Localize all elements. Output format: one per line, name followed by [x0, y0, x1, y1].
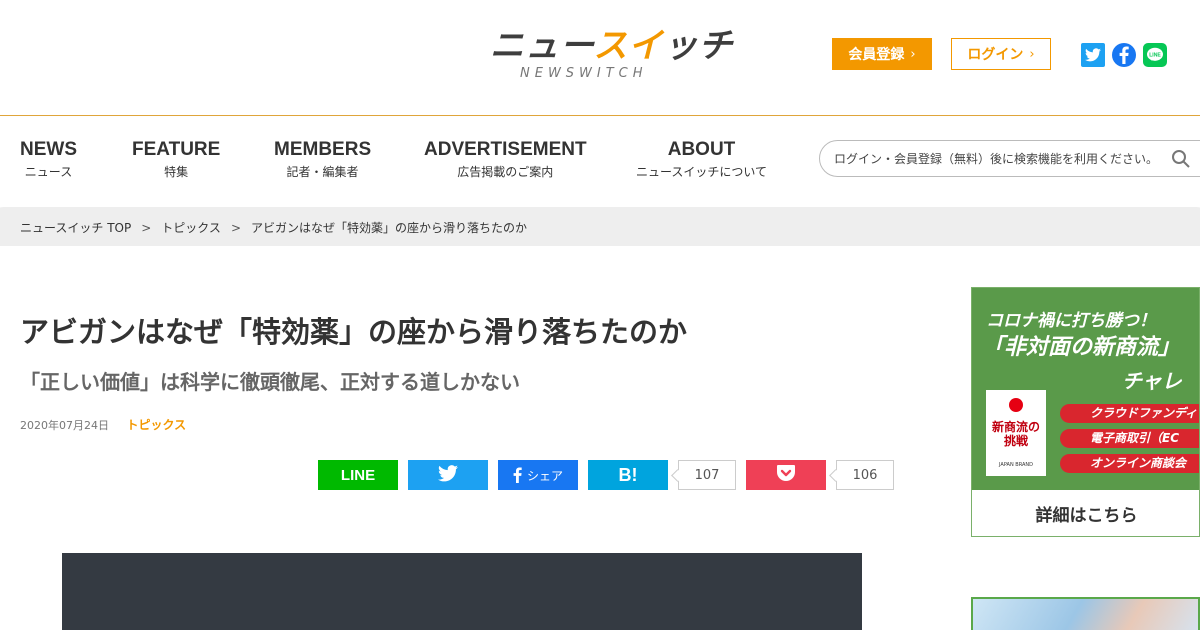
register-button[interactable]: 会員登録 ›: [832, 38, 932, 70]
nav-item-members[interactable]: MEMBERS 記者・編集者: [274, 139, 371, 181]
sidebar-ad-banner[interactable]: コロナ禍に打ち勝つ！ 「非対面の新商流」 チャレ 新商流の挑戦 JAPAN BR…: [971, 287, 1200, 537]
sun-icon: [1009, 398, 1023, 412]
ad-headline: コロナ禍に打ち勝つ！: [986, 311, 1156, 331]
site-logo[interactable]: ニュースイッチ NEWSWITCH: [490, 26, 732, 84]
site-header: ニュースイッチ NEWSWITCH 会員登録 › ログイン › LINE: [0, 0, 1200, 116]
sidebar-ad-banner-2[interactable]: [971, 597, 1200, 630]
main-nav: NEWS ニュース FEATURE 特集 MEMBERS 記者・編集者 ADVE…: [0, 117, 1200, 207]
line-icon[interactable]: LINE: [1143, 43, 1167, 67]
logo-main-text: ニュースイッチ: [490, 26, 734, 66]
breadcrumb-separator: >: [141, 220, 152, 235]
breadcrumb-separator: >: [230, 220, 241, 235]
nav-item-ja-label: ニュース: [24, 165, 73, 179]
ad-banner-graphic: コロナ禍に打ち勝つ！ 「非対面の新商流」 チャレ 新商流の挑戦 JAPAN BR…: [972, 288, 1199, 490]
nav-item-ja-label: 特集: [164, 165, 189, 179]
hatena-count-badge: 107: [678, 460, 736, 490]
breadcrumb-item-top[interactable]: ニュースイッチ TOP: [20, 219, 131, 236]
nav-item-ja-label: ニュースイッチについて: [636, 165, 768, 179]
facebook-icon[interactable]: [1112, 43, 1136, 67]
pocket-count-badge: 106: [836, 460, 894, 490]
chevron-right-icon: ›: [910, 46, 916, 62]
nav-item-en-label: NEWS: [20, 139, 77, 160]
nav-item-news[interactable]: NEWS ニュース: [20, 139, 77, 181]
share-facebook-button[interactable]: シェア: [498, 460, 578, 490]
chevron-right-icon: ›: [1029, 46, 1035, 62]
breadcrumb: ニュースイッチ TOP > トピックス > アビガンはなぜ「特効薬」の座から滑り…: [0, 208, 1200, 246]
svg-text:LINE: LINE: [1149, 52, 1161, 58]
twitter-icon: [438, 464, 458, 486]
ad-headline: チャレ: [1122, 369, 1182, 393]
ad-headline: 「非対面の新商流」: [982, 335, 1181, 360]
nav-item-en-label: FEATURE: [132, 139, 221, 160]
nav-item-ja-label: 広告掲載のご案内: [457, 165, 554, 179]
ad-brand-logo: 新商流の挑戦 JAPAN BRAND: [986, 390, 1046, 476]
nav-item-ja-label: 記者・編集者: [286, 165, 359, 179]
register-button-label: 会員登録: [848, 47, 905, 63]
article-title: アビガンはなぜ「特効薬」の座から滑り落ちたのか: [20, 315, 688, 349]
article-category-link[interactable]: トピックス: [127, 418, 187, 432]
facebook-icon: [513, 467, 522, 483]
article-subtitle: 「正しい価値」は科学に徹頭徹尾、正対する道しかない: [20, 370, 520, 394]
logo-subtext: NEWSWITCH: [520, 66, 648, 81]
nav-item-feature[interactable]: FEATURE 特集: [132, 139, 220, 181]
ad-details-link[interactable]: 詳細はこちら: [972, 490, 1199, 536]
share-hatena-button[interactable]: B!: [588, 460, 668, 490]
share-facebook-label: シェア: [526, 468, 563, 483]
ad-pill: クラウドファンディ: [1060, 404, 1199, 423]
ad-brand-logo-text: 新商流の挑戦: [991, 420, 1040, 448]
nav-item-en-label: ADVERTISEMENT: [424, 139, 587, 160]
nav-item-advertisement[interactable]: ADVERTISEMENT 広告掲載のご案内: [424, 139, 587, 181]
share-pocket-button[interactable]: [746, 460, 826, 490]
article-hero-image: [62, 553, 862, 630]
nav-item-en-label: MEMBERS: [274, 139, 372, 160]
share-twitter-button[interactable]: [408, 460, 488, 490]
login-button[interactable]: ログイン ›: [951, 38, 1051, 70]
article-meta: 2020年07月24日 トピックス: [20, 416, 186, 435]
nav-item-en-label: ABOUT: [667, 139, 736, 160]
search-box: [819, 140, 1200, 177]
ad-brand-name: JAPAN BRAND: [999, 462, 1033, 468]
pocket-icon: [776, 464, 796, 486]
breadcrumb-item-topics[interactable]: トピックス: [161, 219, 221, 236]
share-line-label: LINE: [340, 466, 376, 484]
share-line-button[interactable]: LINE: [318, 460, 398, 490]
login-button-label: ログイン: [967, 47, 1024, 63]
hatena-bookmark-icon: B!: [618, 464, 638, 485]
search-icon[interactable]: [1171, 149, 1191, 169]
ad-pill: オンライン商談会: [1060, 454, 1199, 473]
breadcrumb-item-current: アビガンはなぜ「特効薬」の座から滑り落ちたのか: [251, 221, 528, 235]
search-input[interactable]: [834, 141, 1164, 176]
article-date: 2020年07月24日: [20, 419, 109, 432]
ad-pill: 電子商取引（EC: [1060, 429, 1199, 448]
twitter-icon[interactable]: [1081, 43, 1105, 67]
nav-item-about[interactable]: ABOUT ニュースイッチについて: [636, 139, 767, 181]
